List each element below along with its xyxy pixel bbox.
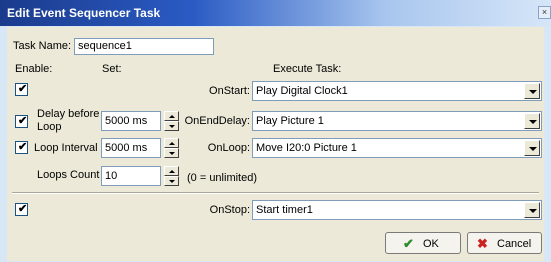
loop-interval-input[interactable]: 5000 ms <box>101 138 161 158</box>
onstart-task-value: Play Digital Clock1 <box>256 85 348 97</box>
onenddelay-label: OnEndDelay: <box>184 115 250 127</box>
dialog-window: Edit Event Sequencer Task × Task Name: s… <box>0 0 551 262</box>
chevron-down-icon <box>529 120 537 124</box>
delay-enable-checkbox[interactable]: ✔ <box>15 115 28 128</box>
onstop-label: OnStop: <box>209 204 250 216</box>
loops-count-input[interactable]: 10 <box>101 166 161 186</box>
spin-up-button[interactable] <box>164 166 179 176</box>
delay-label-line2: Loop <box>37 121 62 133</box>
chevron-down-icon <box>529 147 537 151</box>
delay-label-line1: Delay before <box>37 108 100 120</box>
onstop-task-select[interactable]: Start timer1 <box>252 200 542 220</box>
arrow-up-icon <box>169 170 175 173</box>
chevron-down-icon <box>529 90 537 94</box>
x-icon: ✖ <box>477 236 488 251</box>
close-button[interactable]: × <box>538 6 551 19</box>
onloop-task-select[interactable]: Move I20:0 Picture 1 <box>252 138 542 158</box>
separator <box>12 192 539 194</box>
execute-header: Execute Task: <box>273 63 342 75</box>
onstart-enable-checkbox[interactable]: ✔ <box>15 83 28 96</box>
onenddelay-task-select[interactable]: Play Picture 1 <box>252 111 542 131</box>
loop-enable-checkbox[interactable]: ✔ <box>15 141 28 154</box>
onstart-task-select[interactable]: Play Digital Clock1 <box>252 81 542 101</box>
onstop-task-value: Start timer1 <box>256 204 313 216</box>
loop-interval-label: Loop Interval <box>34 142 98 154</box>
task-name-label: Task Name: <box>13 40 72 52</box>
task-name-input[interactable]: sequence1 <box>74 38 214 55</box>
onloop-task-value: Move I20:0 Picture 1 <box>256 142 357 154</box>
cancel-button[interactable]: ✖ Cancel <box>467 232 542 254</box>
dropdown-button[interactable] <box>524 202 540 218</box>
dropdown-button[interactable] <box>524 83 540 99</box>
window-title: Edit Event Sequencer Task <box>7 6 161 20</box>
spin-down-button[interactable] <box>164 176 179 186</box>
onloop-label: OnLoop: <box>207 142 250 154</box>
arrow-down-icon <box>169 180 175 183</box>
loops-count-spinner[interactable] <box>164 166 179 186</box>
check-mark: ✔ <box>18 115 28 127</box>
title-bar[interactable]: Edit Event Sequencer Task × <box>0 0 551 26</box>
set-header: Set: <box>102 63 122 75</box>
enable-header: Enable: <box>15 63 53 75</box>
loops-count-label: Loops Count <box>37 169 100 181</box>
check-icon: ✔ <box>403 236 414 251</box>
loops-count-note: (0 = unlimited) <box>187 172 258 184</box>
check-mark: ✔ <box>18 83 28 95</box>
cancel-label: Cancel <box>497 238 532 250</box>
check-mark: ✔ <box>18 141 28 153</box>
onenddelay-task-value: Play Picture 1 <box>256 115 324 127</box>
chevron-down-icon <box>529 209 537 213</box>
check-mark: ✔ <box>18 203 28 215</box>
onstart-label: OnStart: <box>209 85 250 97</box>
ok-label: OK <box>423 238 439 250</box>
delay-value-input[interactable]: 5000 ms <box>101 111 161 131</box>
dropdown-button[interactable] <box>524 140 540 156</box>
dialog-body: Task Name: sequence1 Enable: Set: Execut… <box>7 27 544 261</box>
onstop-enable-checkbox[interactable]: ✔ <box>15 203 28 216</box>
ok-button[interactable]: ✔ OK <box>385 232 461 254</box>
dropdown-button[interactable] <box>524 113 540 129</box>
